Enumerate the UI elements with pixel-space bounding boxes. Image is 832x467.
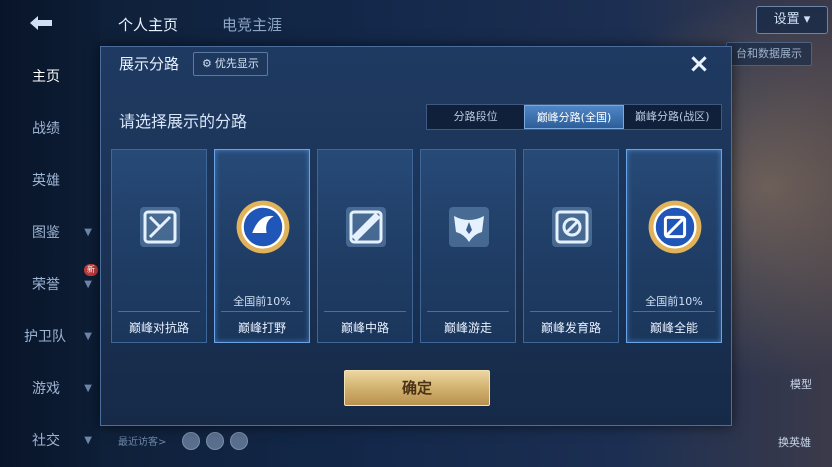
card-name: 巅峰发育路: [540, 321, 601, 335]
segment-peak-national[interactable]: 巅峰分路(全国): [524, 105, 624, 129]
card-divider: [427, 311, 509, 312]
card-divider: [633, 311, 715, 312]
card-name: 巅峰打野: [237, 321, 286, 335]
marksman-icon: [552, 207, 592, 247]
display-settings-button[interactable]: 台和数据展示: [726, 42, 812, 66]
lane-card-support[interactable]: 巅峰游走: [420, 149, 516, 343]
priority-display-button[interactable]: ⚙ 优先显示: [193, 52, 268, 76]
segment-peak-region[interactable]: 巅峰分路(战区): [624, 105, 721, 129]
lane-card-mid[interactable]: 巅峰中路: [317, 149, 413, 343]
new-badge: 新: [84, 264, 98, 276]
tab-esports-career[interactable]: 电竞主涯: [222, 14, 282, 35]
sword-icon: [140, 207, 180, 247]
card-name: 巅峰对抗路: [128, 321, 189, 335]
card-divider: [530, 311, 612, 312]
back-icon[interactable]: [26, 12, 56, 34]
mid-lane-icon: [346, 207, 386, 247]
change-hero-button[interactable]: 换英雄: [778, 434, 811, 450]
segment-lane-rank[interactable]: 分路段位: [427, 105, 524, 129]
jungle-emblem-icon: [236, 200, 290, 254]
all-round-emblem-icon: [648, 200, 702, 254]
lane-card-top[interactable]: 巅峰对抗路: [111, 149, 207, 343]
visitor-avatar[interactable]: [230, 432, 248, 450]
visitor-avatar[interactable]: [182, 432, 200, 450]
card-name: 巅峰中路: [340, 321, 389, 335]
card-divider: [221, 311, 303, 312]
nav-item-social[interactable]: 社交 ▼: [0, 426, 100, 456]
nav-item-honor[interactable]: 荣誉 ▼: [0, 270, 100, 300]
nav-item-gallery[interactable]: 图鉴 ▼: [0, 218, 100, 248]
chevron-down-icon: ▼: [84, 331, 92, 342]
gear-icon: ⚙: [202, 57, 212, 70]
close-icon[interactable]: ×: [686, 51, 712, 77]
lane-card-jungle[interactable]: 全国前10% 巅峰打野: [214, 149, 310, 343]
card-rank: 全国前10%: [645, 295, 703, 308]
nav-item-record[interactable]: 战绩: [0, 114, 100, 144]
settings-button[interactable]: 设置 ▾: [756, 6, 828, 34]
wings-icon: [449, 207, 489, 247]
confirm-button[interactable]: 确定: [344, 370, 490, 406]
visitor-avatar[interactable]: [206, 432, 224, 450]
card-divider: [118, 311, 200, 312]
chevron-down-icon: ▼: [84, 227, 92, 238]
card-name: 巅峰游走: [443, 321, 492, 335]
tab-personal-home[interactable]: 个人主页: [118, 14, 178, 35]
chevron-down-icon: ▼: [84, 383, 92, 394]
model-button[interactable]: 模型: [790, 376, 812, 392]
nav-item-guard[interactable]: 护卫队 ▼: [0, 322, 100, 352]
nav-item-game[interactable]: 游戏 ▼: [0, 374, 100, 404]
lane-type-selector: 分路段位 巅峰分路(全国) 巅峰分路(战区): [426, 104, 722, 130]
lane-card-all-round[interactable]: 全国前10% 巅峰全能: [626, 149, 722, 343]
dialog-title: 展示分路: [119, 55, 180, 73]
nav-item-heroes[interactable]: 英雄: [0, 166, 100, 196]
lane-display-dialog: 展示分路 ⚙ 优先显示 × 请选择展示的分路 分路段位 巅峰分路(全国) 巅峰分路…: [100, 46, 732, 426]
dialog-prompt: 请选择展示的分路: [119, 112, 248, 131]
nav-item-home[interactable]: 主页: [0, 62, 100, 92]
lane-cards: 巅峰对抗路 全国前10% 巅峰打野 巅峰中路 巅峰游走 巅峰发育路 全国前10%…: [111, 149, 722, 345]
side-navigation: 主页 战绩 英雄 图鉴 ▼ 荣誉 ▼ 新 护卫队 ▼ 游戏 ▼ 社交 ▼: [0, 0, 100, 467]
card-rank: 全国前10%: [233, 295, 291, 308]
chevron-down-icon: ▼: [84, 435, 92, 446]
lane-card-bottom[interactable]: 巅峰发育路: [523, 149, 619, 343]
recent-visitors-link[interactable]: 最近访客>: [118, 433, 166, 448]
card-divider: [324, 311, 406, 312]
card-name: 巅峰全能: [649, 321, 698, 335]
